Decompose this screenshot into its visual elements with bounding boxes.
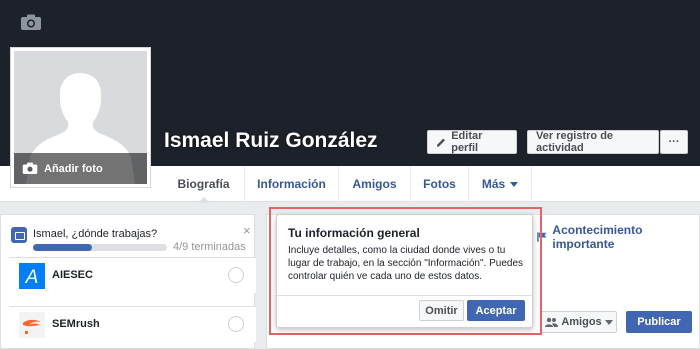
camera-icon[interactable] bbox=[20, 14, 42, 31]
accept-button[interactable]: Aceptar bbox=[467, 300, 525, 321]
org-name: SEMrush bbox=[52, 318, 100, 330]
audience-selector[interactable]: Amigos bbox=[541, 311, 617, 333]
profile-progress-fill bbox=[33, 244, 92, 251]
select-radio[interactable] bbox=[228, 267, 244, 283]
more-options-button[interactable]: ··· bbox=[660, 130, 688, 154]
friends-icon bbox=[545, 317, 559, 327]
svg-text:A: A bbox=[25, 267, 39, 288]
activity-log-label: Ver registro de actividad bbox=[536, 130, 614, 154]
add-photo-label: Añadir foto bbox=[44, 162, 103, 175]
list-item-aiesec[interactable]: A AIESEC bbox=[9, 257, 256, 293]
activity-log-button[interactable]: Ver registro de actividad bbox=[527, 130, 659, 154]
aiesec-logo-icon: A bbox=[19, 263, 45, 289]
select-radio[interactable] bbox=[228, 316, 244, 332]
popover-divider bbox=[277, 295, 532, 296]
audience-label: Amigos bbox=[561, 316, 602, 328]
work-question: Ismael, ¿dónde trabajas? bbox=[33, 228, 158, 240]
skip-label: Omitir bbox=[425, 304, 458, 317]
add-photo-button[interactable]: Añadir foto bbox=[14, 153, 147, 184]
edit-profile-label: Editar perfil bbox=[451, 130, 483, 154]
list-item-semrush[interactable]: SEMrush bbox=[9, 306, 256, 342]
skip-button[interactable]: Omitir bbox=[419, 300, 464, 321]
progress-text: 4/9 terminadas bbox=[173, 241, 246, 253]
publish-label: Publicar bbox=[637, 316, 681, 328]
tab-amigos[interactable]: Amigos bbox=[338, 166, 410, 202]
profile-name: Ismael Ruiz González bbox=[164, 129, 378, 152]
chevron-down-icon bbox=[604, 319, 613, 325]
org-name: AIESEC bbox=[52, 269, 93, 281]
tab-mas[interactable]: Más bbox=[468, 166, 532, 202]
pencil-icon bbox=[436, 138, 445, 147]
edit-profile-button[interactable]: Editar perfil bbox=[427, 130, 517, 154]
camera-icon bbox=[22, 162, 38, 174]
popover-body: Incluye detalles, como la ciudad donde v… bbox=[288, 245, 524, 282]
chevron-down-icon bbox=[510, 181, 519, 187]
briefcase-icon bbox=[11, 227, 27, 243]
life-event-label: Acontecimiento importante bbox=[552, 223, 643, 251]
popover-title: Tu información general bbox=[288, 226, 420, 240]
info-popover: Tu información general Incluye detalles,… bbox=[276, 214, 533, 328]
profile-progress-bar bbox=[33, 244, 167, 251]
more-options-label: ··· bbox=[668, 136, 680, 148]
accept-label: Aceptar bbox=[475, 304, 517, 317]
semrush-logo-icon bbox=[19, 312, 45, 338]
tab-fotos[interactable]: Fotos bbox=[410, 166, 468, 202]
profile-picture[interactable]: Añadir foto bbox=[14, 51, 147, 184]
publish-button[interactable]: Publicar bbox=[626, 311, 692, 333]
life-event-link[interactable]: Acontecimiento importante bbox=[537, 223, 700, 251]
close-icon[interactable]: × bbox=[243, 223, 251, 238]
profile-picture-frame[interactable]: Añadir foto bbox=[10, 47, 151, 188]
tab-informacion[interactable]: Información bbox=[244, 166, 338, 202]
tab-biografia[interactable]: Biografía bbox=[164, 166, 243, 203]
